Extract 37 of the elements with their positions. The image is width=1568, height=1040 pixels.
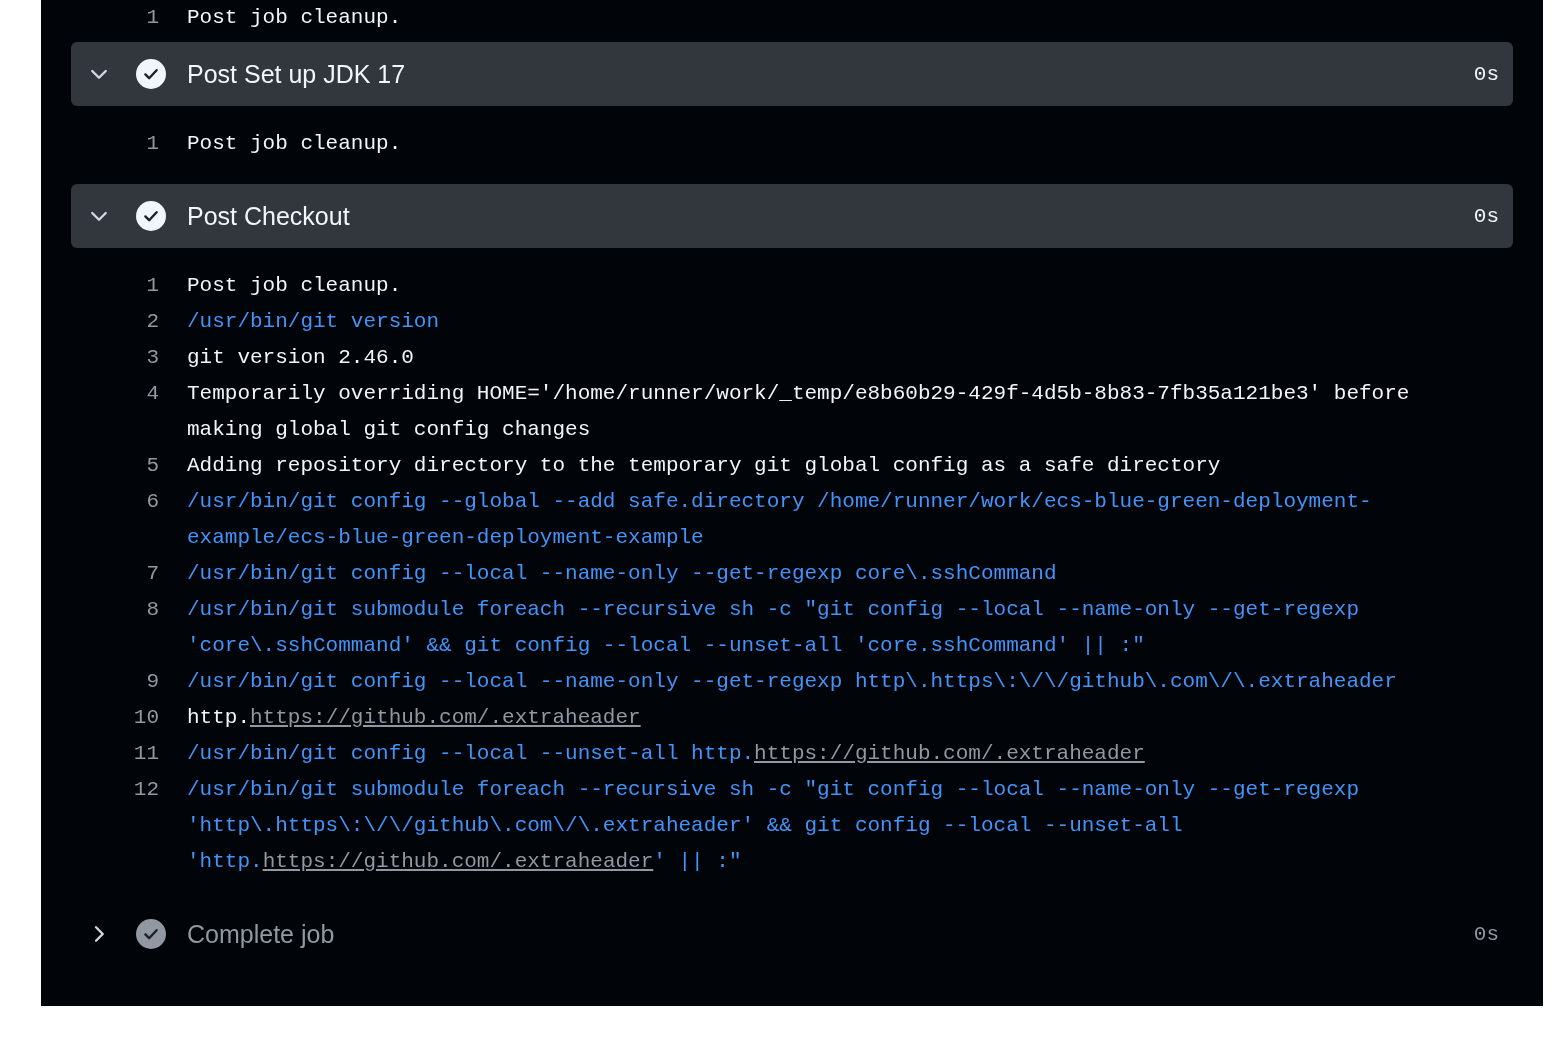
line-number: 5: [145, 453, 159, 479]
line-number: 1: [145, 5, 159, 31]
line-number: 3: [145, 345, 159, 371]
log-line-text: Post job cleanup.: [187, 131, 403, 157]
line-number: 6: [145, 489, 159, 515]
log-line-text: git version 2.46.0: [187, 345, 415, 371]
check-circle-icon: [136, 59, 166, 89]
line-number: 12: [132, 777, 159, 803]
log-link[interactable]: https://github.com/.extraheader: [754, 742, 1145, 765]
log-line-text: Post job cleanup.: [187, 273, 403, 299]
line-number: 11: [132, 741, 159, 767]
line-number: 8: [145, 597, 159, 623]
check-circle-icon: [136, 919, 166, 949]
step-header[interactable]: Post Set up JDK 17 0s: [71, 42, 1513, 106]
line-number: 10: [132, 705, 159, 731]
log-line-text: /usr/bin/git submodule foreach --recursive sh -c "git config --local --name-only --get-regexp 'http\.https\:\/\/github\.com\/\.extraheader' && git config --local --unset-all 'http.https://github.com/.extraheader' || :": [187, 777, 1360, 875]
log-line-text: /usr/bin/git config --local --unset-all http.https://github.com/.extraheader: [187, 741, 1146, 767]
log-line-text: /usr/bin/git submodule foreach --recursive sh -c "git config --local --name-only --get-regexp 'core\.sshCommand' && git config --local --unset-all 'core.sshCommand' || :": [187, 597, 1360, 659]
line-number: 4: [145, 381, 159, 407]
log-line-text: /usr/bin/git version: [187, 309, 441, 335]
log-line-text: /usr/bin/git config --local --name-only --get-regexp http\.https\:\/\/github\.com\/\.extraheader: [187, 669, 1398, 695]
log-line-text: /usr/bin/git config --local --name-only --get-regexp core\.sshCommand: [187, 561, 1058, 587]
line-number: 1: [145, 273, 159, 299]
line-number: 7: [145, 561, 159, 587]
log-link[interactable]: https://github.com/.extraheader: [262, 850, 654, 873]
log-line-text: /usr/bin/git config --global --add safe.directory /home/runner/work/ecs-blue-green-deployment-example/ecs-blue-green-deployment-example: [187, 489, 1373, 551]
log-link[interactable]: https://github.com/.extraheader: [250, 706, 641, 729]
line-number: 1: [145, 131, 159, 157]
line-number: 2: [145, 309, 159, 335]
line-number: 9: [145, 669, 159, 695]
step-header[interactable]: Complete job 0s: [71, 902, 1513, 966]
check-circle-icon: [136, 201, 166, 231]
step-header[interactable]: Post Checkout 0s: [71, 184, 1513, 248]
log-line-text: Temporarily overriding HOME='/home/runner/work/_temp/e8b60b29-429f-4d5b-8b83-7fb35a121be3' before making global git config changes: [187, 381, 1411, 443]
log-line-text: Adding repository directory to the temporary git global config as a safe directory: [187, 453, 1222, 479]
log-line-text: http.https://github.com/.extraheader: [187, 705, 642, 731]
log-line-text: Post job cleanup.: [187, 5, 403, 31]
